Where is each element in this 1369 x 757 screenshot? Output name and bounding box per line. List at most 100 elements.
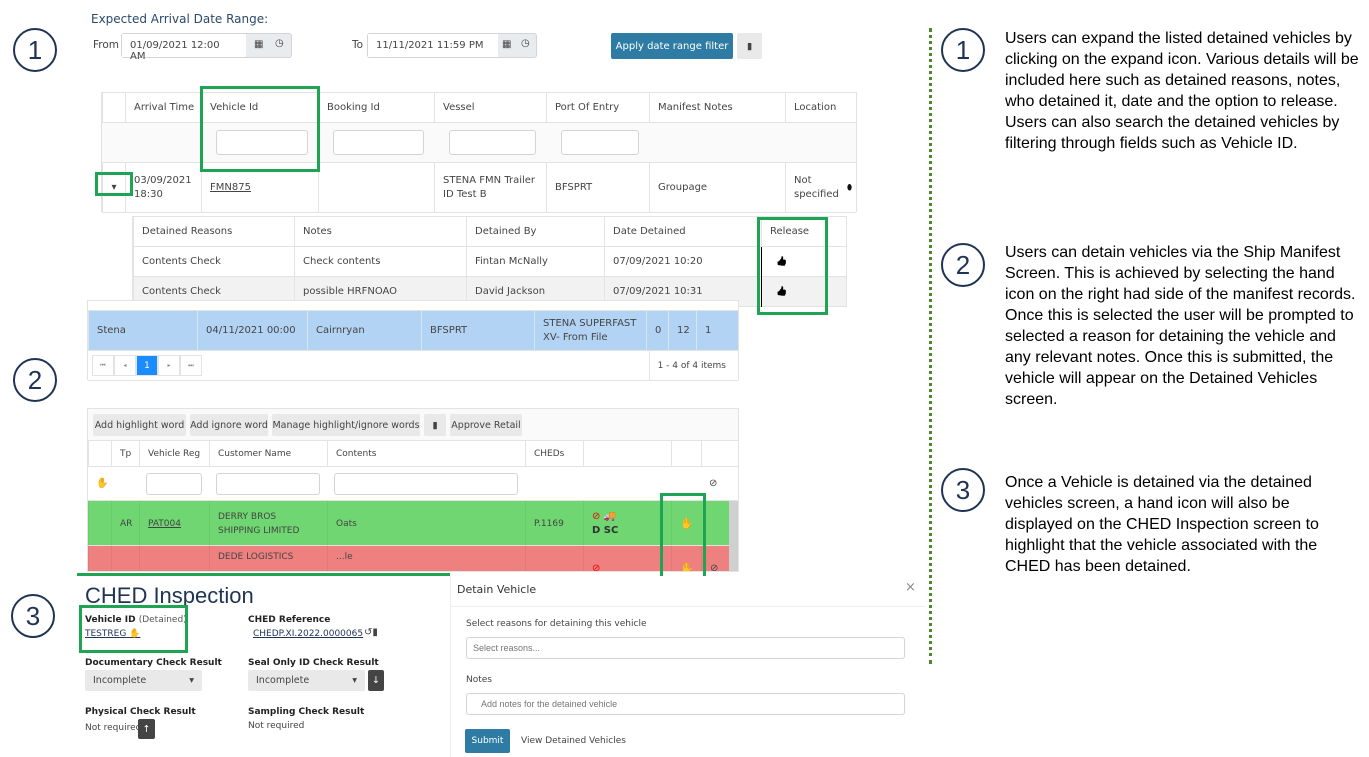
add-highlight-word-button[interactable]: Add highlight word bbox=[93, 414, 186, 436]
pager-button[interactable]: ⏭ bbox=[180, 355, 202, 376]
samp-check-label: Sampling Check Result bbox=[248, 707, 365, 717]
from-value: 01/09/2021 12:00 AM bbox=[122, 34, 246, 62]
arrow-down-button[interactable]: ↓ bbox=[368, 670, 384, 691]
vehicle-reg-link[interactable]: PAT004 bbox=[139, 501, 209, 546]
reasons-select[interactable] bbox=[466, 637, 905, 659]
submit-button[interactable]: Submit bbox=[465, 729, 510, 753]
calendar-icon[interactable]: ▦ bbox=[502, 39, 511, 50]
hand-icon[interactable]: ✋ bbox=[88, 467, 111, 501]
table-cell: P.1169 bbox=[525, 501, 583, 546]
header-row: Arrival Time Vehicle Id Booking Id Vessel Po… bbox=[102, 93, 856, 123]
column-header[interactable] bbox=[671, 441, 701, 467]
column-header[interactable]: Vehicle Id bbox=[201, 93, 318, 123]
description-1: Users can expand the listed detained veh… bbox=[1005, 30, 1359, 152]
table-cell: DEDE LOGISTICS bbox=[209, 546, 327, 571]
header-row: Tp Vehicle Reg Customer Name Contents CHEDs bbox=[88, 441, 738, 467]
column-header[interactable]: Arrival Time bbox=[125, 93, 201, 123]
column-filter-input[interactable] bbox=[333, 130, 424, 155]
table-cell[interactable]: 03/09/2021 18:30 bbox=[125, 163, 201, 213]
approve-retail-button[interactable]: Approve Retail bbox=[450, 414, 522, 436]
phys-check-value: Not required bbox=[85, 723, 142, 733]
column-filter-input[interactable] bbox=[334, 473, 518, 495]
arrow-up-button[interactable]: ↑ bbox=[138, 719, 155, 739]
hide-icon[interactable]: ⊘ bbox=[701, 467, 729, 501]
pager-button[interactable]: ◂ bbox=[114, 355, 136, 376]
expand-toggle[interactable]: ▾ bbox=[102, 163, 125, 213]
history-copy-icon[interactable]: ↺▮ bbox=[364, 627, 378, 638]
table-cell: 12 bbox=[668, 311, 696, 351]
table-cell: Stena bbox=[88, 311, 197, 351]
detained-vehicles-table: Arrival Time Vehicle Id Booking Id Vessel Po… bbox=[101, 92, 857, 213]
column-header[interactable]: Customer Name bbox=[209, 441, 327, 467]
manage-words-button[interactable]: Manage highlight/ignore words bbox=[272, 414, 420, 436]
seal-check-select[interactable]: Incomplete ▾ bbox=[248, 670, 365, 691]
reasons-label: Select reasons for detaining this vehicl… bbox=[466, 619, 647, 629]
scrollbar[interactable] bbox=[729, 501, 738, 571]
hide-button[interactable]: ⊘ bbox=[701, 546, 729, 571]
to-date-input[interactable]: 11/11/2021 11:59 PM ▦ ◷ bbox=[367, 33, 537, 58]
detain-hand-button[interactable]: ✋ bbox=[671, 501, 701, 546]
step-marker-1: 1 bbox=[941, 28, 985, 72]
vehicle-reg-link[interactable] bbox=[139, 546, 209, 571]
page-1-button[interactable]: 1 bbox=[136, 355, 158, 376]
pager-button[interactable]: ⏮ bbox=[92, 355, 114, 376]
column-header[interactable]: Port Of Entry bbox=[546, 93, 649, 123]
vehicle-id-label: Vehicle ID (Detained) bbox=[85, 615, 187, 625]
column-header[interactable]: Location bbox=[785, 93, 858, 123]
column-filter-input[interactable] bbox=[216, 473, 320, 495]
calendar-icon[interactable]: ▦ bbox=[254, 39, 263, 50]
ched-ref-link[interactable]: CHEDP.XI.2022.0000065 bbox=[253, 629, 363, 639]
pagination-row: ⏮ ◂ 1 ▸ ⏭ 1 - 4 of 4 items bbox=[88, 351, 738, 381]
release-button[interactable]: 👍 bbox=[761, 247, 848, 277]
column-header[interactable] bbox=[102, 93, 125, 123]
modal-title: Detain Vehicle bbox=[457, 583, 537, 596]
step-marker-2: 2 bbox=[941, 243, 985, 287]
clock-icon[interactable]: ◷ bbox=[275, 38, 284, 49]
column-header[interactable]: Vehicle Reg bbox=[139, 441, 209, 467]
vehicle-id-link[interactable]: FMN875 bbox=[201, 163, 318, 213]
notes-input[interactable] bbox=[466, 693, 905, 715]
detain-vehicle-modal bbox=[450, 576, 925, 757]
close-icon[interactable]: × bbox=[905, 580, 916, 595]
excel-export-button[interactable]: ▮ bbox=[424, 414, 446, 436]
column-filter-input[interactable] bbox=[146, 473, 202, 495]
vehicle-id-link[interactable]: TESTREG ✋ bbox=[85, 629, 140, 639]
table-cell: Check contents bbox=[294, 247, 466, 277]
column-header[interactable] bbox=[88, 441, 111, 467]
release-button[interactable]: 👍 bbox=[761, 277, 848, 307]
column-header[interactable]: Tp bbox=[111, 441, 139, 467]
column-header[interactable] bbox=[701, 441, 729, 467]
column-filter-input[interactable] bbox=[216, 130, 308, 155]
column-header[interactable]: Contents bbox=[327, 441, 525, 467]
table-cell: Cairnryan bbox=[307, 311, 421, 351]
add-ignore-word-button[interactable]: Add ignore word bbox=[190, 414, 268, 436]
column-header: Detained By bbox=[466, 217, 604, 247]
detained-details-table: Detained Reasons Notes Detained By Date Det… bbox=[132, 216, 847, 307]
column-header[interactable] bbox=[583, 441, 671, 467]
table-cell bbox=[88, 501, 111, 546]
doc-check-select[interactable]: Incomplete ▾ bbox=[85, 670, 202, 691]
clock-icon[interactable]: ◷ bbox=[521, 38, 530, 49]
detain-hand-button[interactable]: ✋ bbox=[671, 546, 701, 571]
status-icons: ⊘ bbox=[583, 546, 671, 571]
from-date-input[interactable]: 01/09/2021 12:00 AM ▦ ◷ bbox=[121, 33, 292, 62]
table-row: ▾ 03/09/2021 18:30 FMN875 STENA FMN Trailer… bbox=[102, 163, 856, 213]
seal-check-label: Seal Only ID Check Result bbox=[248, 658, 379, 668]
column-header[interactable]: Manifest Notes bbox=[649, 93, 785, 123]
column-header[interactable]: CHEDs bbox=[525, 441, 583, 467]
pager-button[interactable]: ▸ bbox=[158, 355, 180, 376]
ched-ref-label: CHED Reference bbox=[248, 615, 331, 625]
column-filter-input[interactable] bbox=[449, 130, 536, 155]
column-header[interactable]: Vessel bbox=[434, 93, 546, 123]
excel-export-button[interactable]: ▮ bbox=[737, 33, 762, 59]
column-filter-input[interactable] bbox=[561, 130, 639, 155]
view-detained-link[interactable]: View Detained Vehicles bbox=[521, 736, 626, 746]
toolbar: Add highlight word Add ignore word Manage … bbox=[88, 409, 738, 441]
table-cell: 0 bbox=[646, 311, 668, 351]
manifest-table: Add highlight word Add ignore word Manage … bbox=[87, 408, 739, 572]
column-header[interactable]: Booking Id bbox=[318, 93, 434, 123]
step-marker-2: 2 bbox=[13, 358, 57, 402]
manifest-row: DEDE LOGISTICS ...le ⊘ ✋ ⊘ bbox=[88, 546, 738, 571]
filter-row bbox=[102, 123, 856, 163]
apply-date-filter-button[interactable]: Apply date range filter bbox=[611, 33, 733, 59]
